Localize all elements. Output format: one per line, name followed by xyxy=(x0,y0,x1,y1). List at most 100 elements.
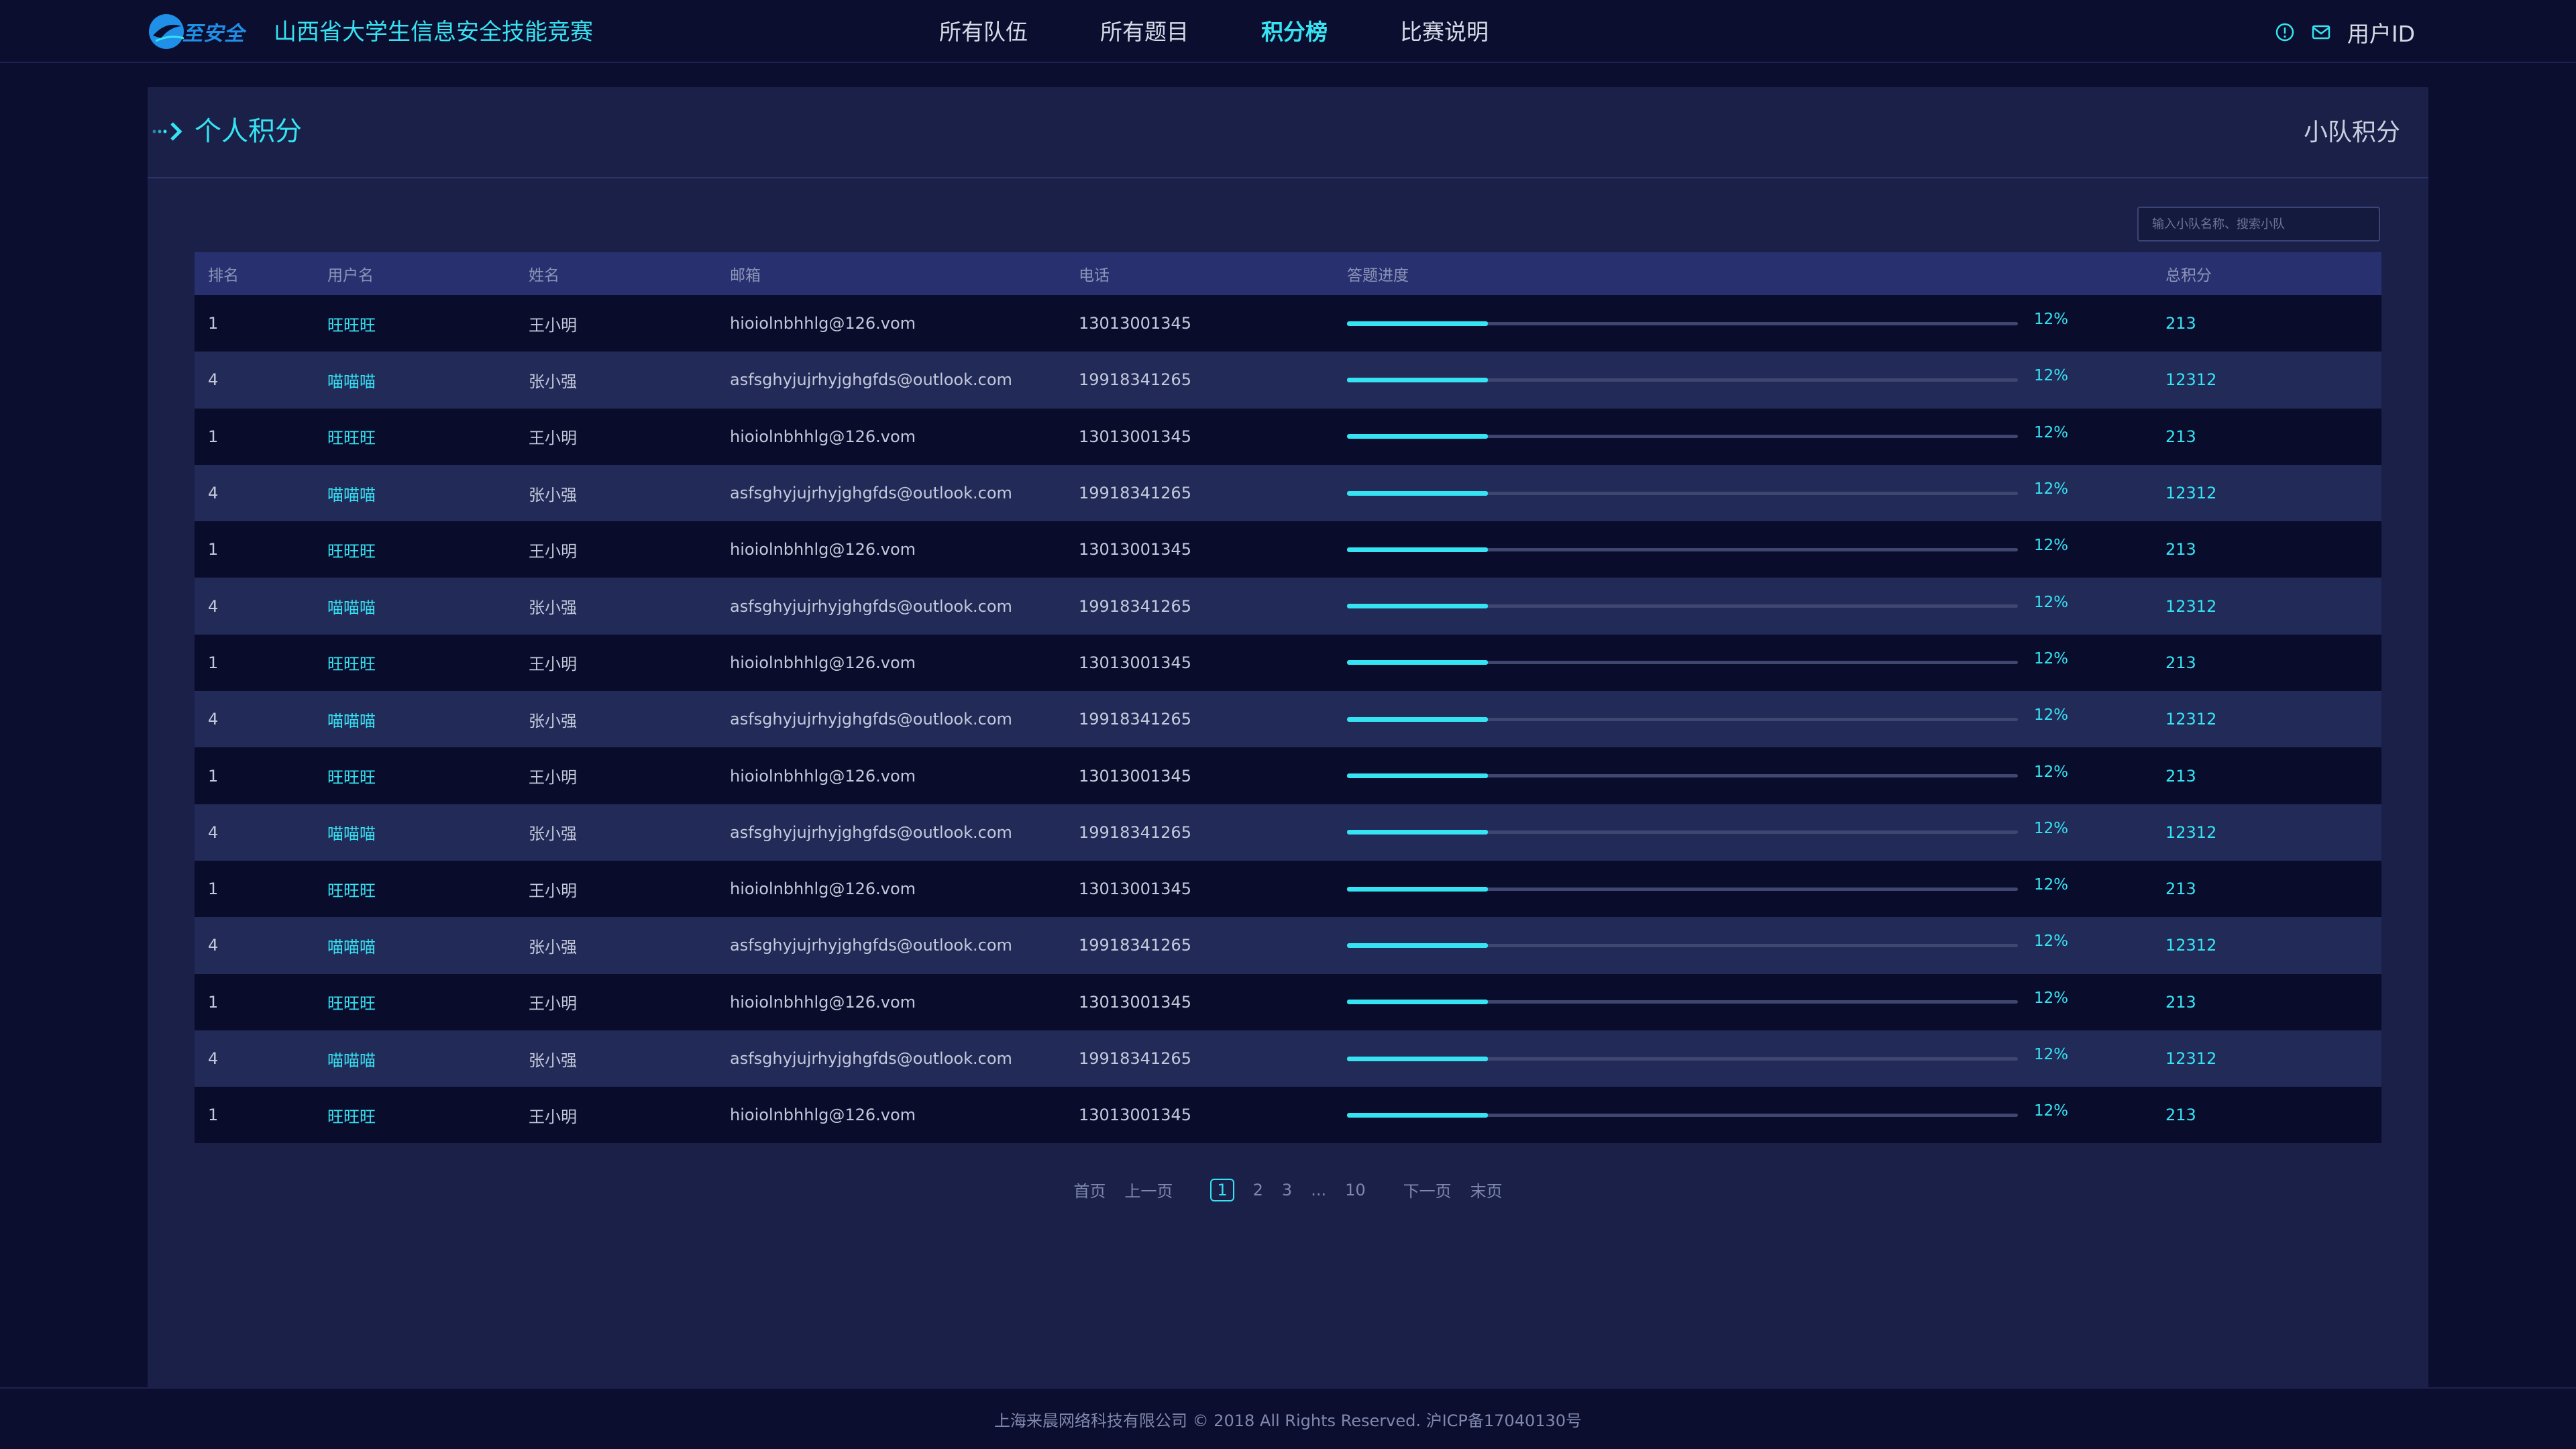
progress-bar xyxy=(1347,490,2018,496)
progress-percent: 12% xyxy=(2034,763,2069,781)
cell-name: 王小明 xyxy=(529,994,577,1014)
cell-progress: 12% xyxy=(1347,1102,2165,1120)
team-search-input[interactable] xyxy=(2137,207,2380,241)
page-number-current[interactable]: 1 xyxy=(1210,1178,1234,1201)
page-first[interactable]: 首页 xyxy=(1073,1178,1106,1201)
col-total: 总积分 xyxy=(2165,267,2212,284)
info-icon[interactable] xyxy=(2275,22,2295,42)
progress-percent: 12% xyxy=(2034,593,2069,611)
cell-username[interactable]: 喵喵喵 xyxy=(327,708,529,731)
progress-percent: 12% xyxy=(2034,819,2069,837)
cell-username[interactable]: 旺旺旺 xyxy=(327,425,529,448)
cell-username[interactable]: 喵喵喵 xyxy=(327,368,529,392)
brand-logo[interactable]: 至安全 xyxy=(146,8,260,55)
progress-bar xyxy=(1347,830,2018,835)
progress-bar xyxy=(1347,547,2018,552)
cell-email: asfsghyjujrhyjghgfds@outlook.com xyxy=(730,370,1012,390)
cell-phone: 13013001345 xyxy=(1079,540,1191,559)
nav-all-teams[interactable]: 所有队伍 xyxy=(939,13,1028,51)
cell-email: hioiolnbhhlg@126.vom xyxy=(730,540,916,559)
cell-username[interactable]: 旺旺旺 xyxy=(327,651,529,674)
table-row: 1 旺旺旺 王小明 hioiolnbhhlg@126.vom 13013001345 12… xyxy=(195,521,2381,578)
nav-rules[interactable]: 比赛说明 xyxy=(1400,13,1489,51)
cell-name: 王小明 xyxy=(529,881,577,900)
cell-rank: 4 xyxy=(208,370,219,390)
cell-total-score: 12312 xyxy=(2165,370,2217,390)
cell-rank: 1 xyxy=(208,540,219,559)
cell-name: 张小强 xyxy=(529,937,577,957)
cell-name: 王小明 xyxy=(529,1107,577,1126)
progress-bar xyxy=(1347,716,2018,722)
cell-phone: 13013001345 xyxy=(1079,1106,1191,1125)
cell-email: hioiolnbhhlg@126.vom xyxy=(730,314,916,333)
table-row: 1 旺旺旺 王小明 hioiolnbhhlg@126.vom 13013001345 12… xyxy=(195,973,2381,1030)
col-phone: 电话 xyxy=(1079,267,1110,284)
cell-username[interactable]: 旺旺旺 xyxy=(327,990,529,1014)
progress-bar xyxy=(1347,1056,2018,1061)
cell-total-score: 12312 xyxy=(2165,936,2217,955)
col-rank: 排名 xyxy=(208,267,239,284)
cell-total-score: 12312 xyxy=(2165,710,2217,729)
progress-percent: 12% xyxy=(2034,1102,2069,1120)
cell-username[interactable]: 旺旺旺 xyxy=(327,877,529,901)
progress-percent: 12% xyxy=(2034,876,2069,894)
cell-username[interactable]: 旺旺旺 xyxy=(327,764,529,788)
page-next[interactable]: 下一页 xyxy=(1403,1178,1452,1201)
cell-email: asfsghyjujrhyjghgfds@outlook.com xyxy=(730,936,1012,955)
progress-bar xyxy=(1347,321,2018,326)
progress-percent: 12% xyxy=(2034,706,2069,724)
page-last[interactable]: 末页 xyxy=(1470,1178,1503,1201)
cell-name: 张小强 xyxy=(529,598,577,618)
cell-username[interactable]: 喵喵喵 xyxy=(327,1047,529,1071)
mail-icon[interactable] xyxy=(2311,22,2331,42)
cell-total-score: 12312 xyxy=(2165,484,2217,503)
cell-username[interactable]: 喵喵喵 xyxy=(327,594,529,618)
table-row: 4 喵喵喵 张小强 asfsghyjujrhyjghgfds@outlook.com 1… xyxy=(195,691,2381,748)
cell-rank: 4 xyxy=(208,710,219,729)
cell-username[interactable]: 旺旺旺 xyxy=(327,312,529,335)
progress-percent: 12% xyxy=(2034,649,2069,667)
table-row: 1 旺旺旺 王小明 hioiolnbhhlg@126.vom 13013001345 12… xyxy=(195,408,2381,465)
cell-email: asfsghyjujrhyjghgfds@outlook.com xyxy=(730,596,1012,616)
cell-username[interactable]: 喵喵喵 xyxy=(327,934,529,957)
cell-progress: 12% xyxy=(1347,820,2165,837)
col-email: 邮箱 xyxy=(730,267,761,284)
cell-rank: 1 xyxy=(208,992,219,1012)
nav-scoreboard[interactable]: 积分榜 xyxy=(1261,13,1328,51)
cell-username[interactable]: 旺旺旺 xyxy=(327,1104,529,1127)
table-header: 排名 用户名 姓名 邮箱 电话 答题进度 总积分 xyxy=(195,252,2381,295)
page-number[interactable]: 2 xyxy=(1253,1181,1263,1199)
cell-username[interactable]: 旺旺旺 xyxy=(327,538,529,561)
cell-progress: 12% xyxy=(1347,367,2165,384)
page-prev[interactable]: 上一页 xyxy=(1124,1178,1173,1201)
progress-bar xyxy=(1347,886,2018,892)
cell-name: 张小强 xyxy=(529,1051,577,1070)
cell-rank: 4 xyxy=(208,936,219,955)
cell-email: hioiolnbhhlg@126.vom xyxy=(730,766,916,786)
cell-progress: 12% xyxy=(1347,876,2165,894)
footer-copyright: 上海来晨网络科技有限公司 © 2018 All Rights Reserved.… xyxy=(0,1387,2576,1449)
cell-username[interactable]: 喵喵喵 xyxy=(327,820,529,844)
cell-name: 王小明 xyxy=(529,429,577,448)
cell-progress: 12% xyxy=(1347,537,2165,554)
cell-rank: 1 xyxy=(208,653,219,672)
nav-all-challenges[interactable]: 所有题目 xyxy=(1100,13,1189,51)
team-score-tab[interactable]: 小队积分 xyxy=(2304,114,2400,152)
cell-username[interactable]: 喵喵喵 xyxy=(327,482,529,505)
cell-name: 张小强 xyxy=(529,824,577,844)
page-number-last[interactable]: 10 xyxy=(1345,1181,1366,1199)
cell-progress: 12% xyxy=(1347,932,2165,950)
cell-progress: 12% xyxy=(1347,1046,2165,1063)
cell-phone: 19918341265 xyxy=(1079,596,1191,616)
progress-bar-fill xyxy=(1347,490,1488,496)
progress-bar-fill xyxy=(1347,547,1488,552)
user-id-menu[interactable]: 用户ID xyxy=(2347,16,2415,48)
cell-total-score: 12312 xyxy=(2165,822,2217,842)
table-row: 4 喵喵喵 张小强 asfsghyjujrhyjghgfds@outlook.com 1… xyxy=(195,578,2381,635)
cell-name: 王小明 xyxy=(529,315,577,335)
cell-rank: 4 xyxy=(208,484,219,503)
cell-progress: 12% xyxy=(1347,763,2165,781)
cell-total-score: 213 xyxy=(2165,992,2196,1012)
page-number[interactable]: 3 xyxy=(1282,1181,1292,1199)
cell-rank: 1 xyxy=(208,427,219,446)
